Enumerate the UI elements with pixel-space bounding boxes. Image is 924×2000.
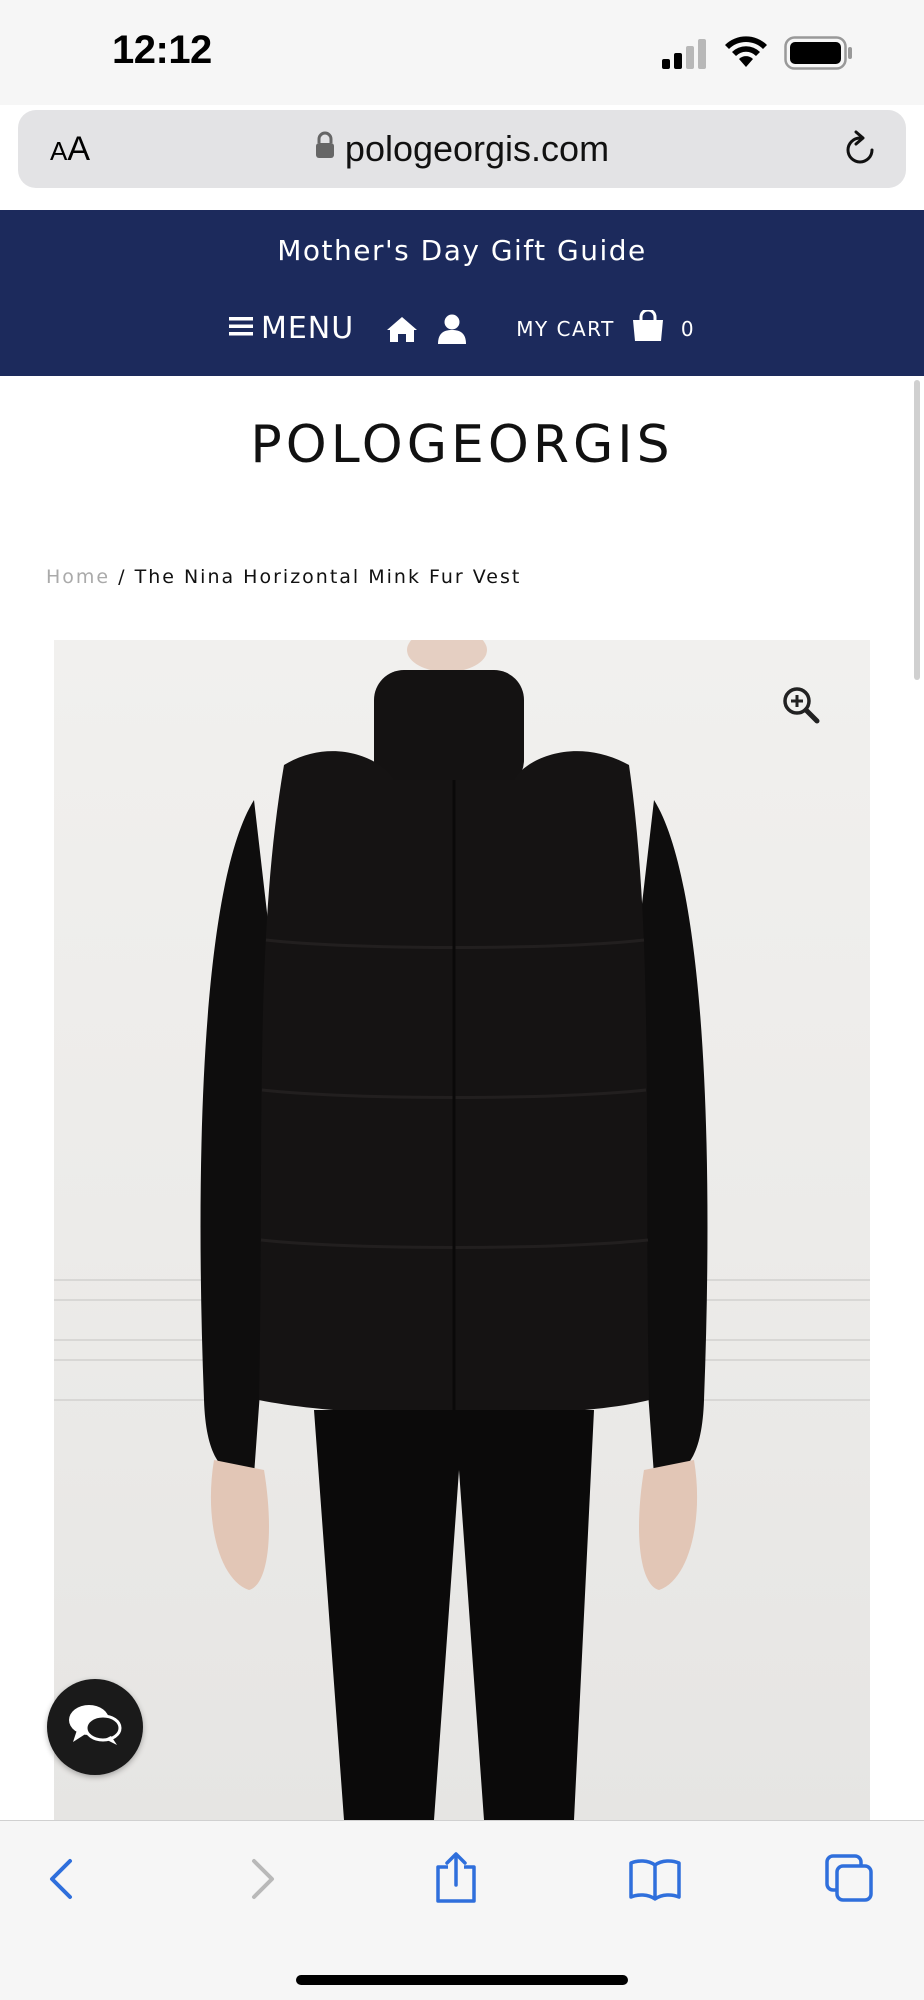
- promo-link[interactable]: Mother's Day Gift Guide: [0, 234, 924, 267]
- menu-button[interactable]: MENU: [228, 311, 355, 346]
- wifi-icon: [724, 36, 768, 75]
- cart-label: MY CART: [516, 316, 615, 341]
- chat-icon: [67, 1702, 123, 1753]
- breadcrumb-home-link[interactable]: Home: [46, 566, 110, 588]
- url-display[interactable]: pologeorgis.com: [18, 128, 906, 172]
- product-photo-illustration: [54, 640, 870, 1820]
- share-icon[interactable]: [434, 1851, 478, 1908]
- site-header-bar: Mother's Day Gift Guide MENU MY CART 0: [0, 210, 924, 376]
- cart-count: 0: [680, 316, 696, 341]
- status-time: 12:12: [112, 28, 212, 72]
- tabs-icon[interactable]: [824, 1853, 874, 1908]
- back-arrow-icon[interactable]: [46, 1857, 76, 1906]
- cart-button[interactable]: MY CART 0: [516, 308, 696, 347]
- forward-arrow-icon[interactable]: [248, 1857, 278, 1906]
- zoom-in-icon[interactable]: [782, 686, 820, 729]
- menu-label: MENU: [260, 311, 355, 346]
- breadcrumb-separator: /: [110, 566, 135, 588]
- reload-icon[interactable]: [842, 130, 878, 173]
- site-logo[interactable]: POLOGEORGIS: [0, 415, 924, 475]
- status-icons: [660, 36, 854, 75]
- product-image[interactable]: [54, 640, 870, 1820]
- user-icon[interactable]: [438, 314, 467, 344]
- nav-row: MENU MY CART 0: [0, 308, 924, 347]
- battery-icon: [784, 36, 854, 75]
- breadcrumb: Home / The Nina Horizontal Mink Fur Vest: [46, 566, 521, 588]
- bookmarks-icon[interactable]: [628, 1857, 682, 1906]
- breadcrumb-current: The Nina Horizontal Mink Fur Vest: [134, 566, 522, 588]
- page-scrollbar[interactable]: [914, 380, 920, 680]
- hamburger-icon: [228, 311, 253, 346]
- chat-button[interactable]: [47, 1679, 143, 1775]
- address-bar[interactable]: AA pologeorgis.com: [18, 110, 906, 188]
- home-indicator[interactable]: [296, 1975, 628, 1985]
- lock-icon: [315, 126, 335, 168]
- shopping-bag-icon: [631, 308, 665, 347]
- browser-toolbar: [0, 1820, 924, 2000]
- home-icon[interactable]: [386, 315, 418, 343]
- signal-icon: [660, 37, 708, 74]
- status-bar: 12:12: [0, 0, 924, 105]
- url-text: pologeorgis.com: [344, 128, 610, 169]
